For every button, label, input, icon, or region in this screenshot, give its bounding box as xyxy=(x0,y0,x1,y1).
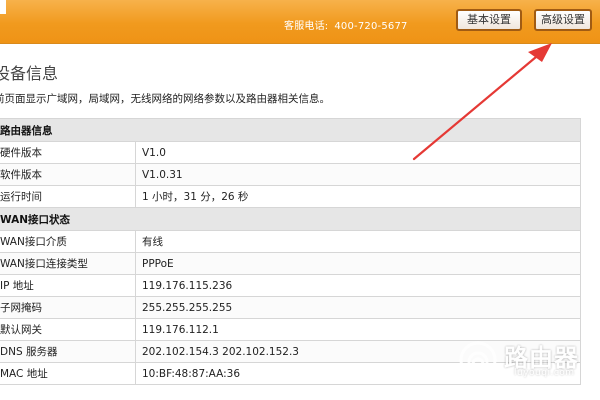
table-row: IP 地址 119.176.115.236 xyxy=(0,274,581,297)
table-row: WAN接口连接类型 PPPoE xyxy=(0,252,581,275)
table-row: 软件版本 V1.0.31 xyxy=(0,163,581,186)
row-value: V1.0 xyxy=(135,141,581,164)
row-label: 软件版本 xyxy=(0,163,136,186)
row-label: 子网掩码 xyxy=(0,296,136,319)
row-label: 默认网关 xyxy=(0,318,136,341)
row-value: 119.176.115.236 xyxy=(135,274,581,297)
row-label: MAC 地址 xyxy=(0,362,136,385)
row-label: WAN接口介质 xyxy=(0,230,136,253)
row-label: IP 地址 xyxy=(0,274,136,297)
section-title: WAN接口状态 xyxy=(0,207,581,231)
section-title: 路由器信息 xyxy=(0,118,581,142)
hotline-number: 400-720-5677 xyxy=(334,21,408,32)
section-wan-status: WAN接口状态 xyxy=(0,207,581,231)
hotline-label: 客服电话: xyxy=(284,21,329,32)
advanced-settings-button[interactable]: 高级设置 xyxy=(534,9,592,31)
page-title: 设备信息 xyxy=(0,64,59,83)
row-value: 1 小时，31 分，26 秒 xyxy=(135,185,581,208)
row-value: 有线 xyxy=(135,230,581,253)
row-label: 运行时间 xyxy=(0,185,136,208)
table-row: 硬件版本 V1.0 xyxy=(0,141,581,164)
row-label: 硬件版本 xyxy=(0,141,136,164)
row-value: PPPoE xyxy=(135,252,581,275)
row-value: 255.255.255.255 xyxy=(135,296,581,319)
brand-watermark: 路由器 luyouqi.com xyxy=(458,338,598,384)
row-label: DNS 服务器 xyxy=(0,340,136,363)
router-logo-icon xyxy=(459,341,497,379)
page-description: 前页面显示广域网，局域网，无线网络的网络参数以及路由器相关信息。 xyxy=(0,93,330,105)
row-value: V1.0.31 xyxy=(135,163,581,186)
basic-settings-button[interactable]: 基本设置 xyxy=(456,9,522,31)
row-label: WAN接口连接类型 xyxy=(0,252,136,275)
table-row: 子网掩码 255.255.255.255 xyxy=(0,296,581,319)
section-router-info: 路由器信息 xyxy=(0,118,581,142)
watermark-domain: luyouqi.com xyxy=(514,368,575,378)
table-row: 运行时间 1 小时，31 分，26 秒 xyxy=(0,185,581,208)
top-header-bar: 客服电话: 400-720-5677 基本设置 高级设置 xyxy=(0,0,600,44)
logo-fragment xyxy=(0,0,6,14)
table-row: WAN接口介质 有线 xyxy=(0,230,581,253)
customer-service-hotline: 客服电话: 400-720-5677 xyxy=(284,17,408,32)
